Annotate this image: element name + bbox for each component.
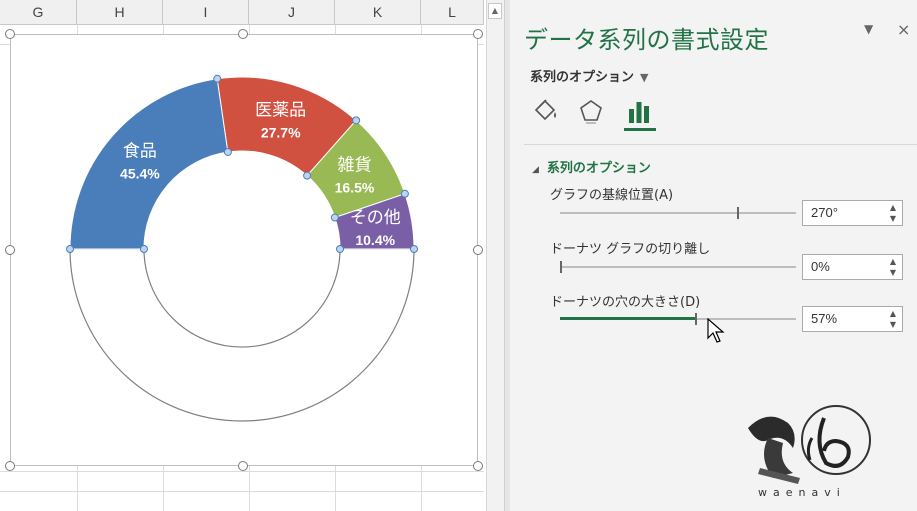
resize-handle-right[interactable] bbox=[473, 245, 483, 255]
spin-up-icon[interactable]: ▲ bbox=[886, 256, 900, 267]
divider bbox=[524, 144, 917, 145]
mouse-cursor-icon bbox=[707, 318, 725, 343]
series-selection-handle[interactable] bbox=[400, 189, 409, 198]
slider-thumb[interactable] bbox=[560, 261, 562, 273]
data-label-value[interactable]: 10.4% bbox=[355, 232, 395, 248]
scroll-up-icon[interactable]: ▲ bbox=[488, 3, 502, 19]
series-selection-handle[interactable] bbox=[410, 245, 418, 253]
series-selection-handle[interactable] bbox=[139, 245, 148, 253]
series-options-section-header[interactable]: ◢ 系列のオプション bbox=[532, 157, 651, 176]
doughnut-slice[interactable] bbox=[69, 78, 229, 250]
angle-first-slice-spinner[interactable]: 270° ▲ ▼ bbox=[802, 200, 903, 226]
spinner-value[interactable]: 57% bbox=[811, 311, 837, 326]
fill-line-icon[interactable] bbox=[530, 96, 560, 128]
spin-down-icon[interactable]: ▼ bbox=[886, 319, 900, 330]
spin-up-icon[interactable]: ▲ bbox=[886, 308, 900, 319]
doughnut-chart[interactable]: 食品 45.4% 医薬品 27.7% 雑貨 16.5% その他 10.4% bbox=[0, 0, 484, 511]
spin-down-icon[interactable]: ▼ bbox=[886, 213, 900, 224]
series-selection-handle[interactable] bbox=[223, 147, 232, 156]
collapse-triangle-icon: ◢ bbox=[532, 165, 539, 175]
slider-fill bbox=[560, 317, 695, 320]
spinner-value[interactable]: 0% bbox=[811, 259, 830, 274]
resize-handle-bottom-right[interactable] bbox=[473, 461, 483, 471]
data-label-value[interactable]: 45.4% bbox=[120, 166, 160, 182]
series-selection-handle[interactable] bbox=[303, 171, 312, 180]
data-label-value[interactable]: 27.7% bbox=[261, 125, 301, 141]
doughnut-explosion-slider[interactable] bbox=[560, 261, 796, 273]
angle-first-slice-label: グラフの基線位置(A) bbox=[550, 188, 674, 203]
data-label-category[interactable]: 雑貨 bbox=[338, 155, 372, 175]
series-options-bar-icon[interactable] bbox=[624, 96, 654, 128]
doughnut-explosion-label: ドーナツ グラフの切り離し bbox=[550, 242, 711, 257]
series-selection-handle[interactable] bbox=[66, 245, 74, 253]
spreadsheet-area[interactable]: G H I J K L 食品 45.4% 医薬品 27.7% 雑貨 16.5% その他 10.… bbox=[0, 0, 484, 511]
spin-down-icon[interactable]: ▼ bbox=[886, 267, 900, 278]
doughnut-hole-size-label: ドーナツの穴の大きさ(D) bbox=[550, 295, 701, 310]
resize-handle-top-left[interactable] bbox=[5, 29, 15, 39]
series-options-menu-label: 系列のオプション bbox=[530, 70, 635, 85]
series-selection-handle[interactable] bbox=[213, 74, 222, 83]
slider-thumb[interactable] bbox=[737, 207, 739, 219]
series-selection-handle[interactable] bbox=[330, 213, 339, 222]
effects-pentagon-icon[interactable] bbox=[576, 96, 606, 128]
doughnut-hidden-half[interactable] bbox=[69, 248, 415, 422]
data-label-category[interactable]: 食品 bbox=[123, 142, 157, 162]
pane-options-dropdown-icon[interactable]: ▼ bbox=[864, 22, 873, 36]
resize-handle-bottom-left[interactable] bbox=[5, 461, 15, 471]
doughnut-explosion-spinner[interactable]: 0% ▲ ▼ bbox=[802, 254, 903, 280]
close-icon[interactable]: × bbox=[897, 20, 910, 39]
data-label-category[interactable]: その他 bbox=[350, 208, 401, 228]
resize-handle-bottom[interactable] bbox=[238, 461, 248, 471]
resize-handle-top-right[interactable] bbox=[473, 29, 483, 39]
active-tab-indicator bbox=[624, 128, 656, 131]
resize-handle-left[interactable] bbox=[5, 245, 15, 255]
slider-thumb[interactable] bbox=[695, 313, 697, 325]
series-options-menu[interactable]: 系列のオプション ▼ bbox=[530, 66, 648, 85]
spinner-buttons[interactable]: ▲ ▼ bbox=[886, 256, 900, 278]
resize-handle-top[interactable] bbox=[238, 29, 248, 39]
angle-first-slice-slider[interactable] bbox=[560, 207, 796, 219]
chevron-down-icon: ▼ bbox=[640, 71, 649, 84]
spinner-buttons[interactable]: ▲ ▼ bbox=[886, 202, 900, 224]
spin-up-icon[interactable]: ▲ bbox=[886, 202, 900, 213]
doughnut-hole-size-slider[interactable] bbox=[560, 313, 796, 325]
section-header-label: 系列のオプション bbox=[546, 161, 651, 176]
logo-text: waenavi bbox=[758, 486, 846, 499]
data-label-category[interactable]: 医薬品 bbox=[255, 101, 306, 121]
pane-title: データ系列の書式設定 bbox=[524, 26, 769, 54]
series-selection-handle[interactable] bbox=[352, 116, 361, 125]
spinner-value[interactable]: 270° bbox=[811, 205, 838, 220]
data-label-value[interactable]: 16.5% bbox=[335, 179, 375, 195]
series-selection-handle[interactable] bbox=[336, 245, 345, 253]
spinner-buttons[interactable]: ▲ ▼ bbox=[886, 308, 900, 330]
doughnut-hole-size-spinner[interactable]: 57% ▲ ▼ bbox=[802, 306, 903, 332]
vertical-scrollbar[interactable]: ▲ bbox=[486, 0, 504, 511]
